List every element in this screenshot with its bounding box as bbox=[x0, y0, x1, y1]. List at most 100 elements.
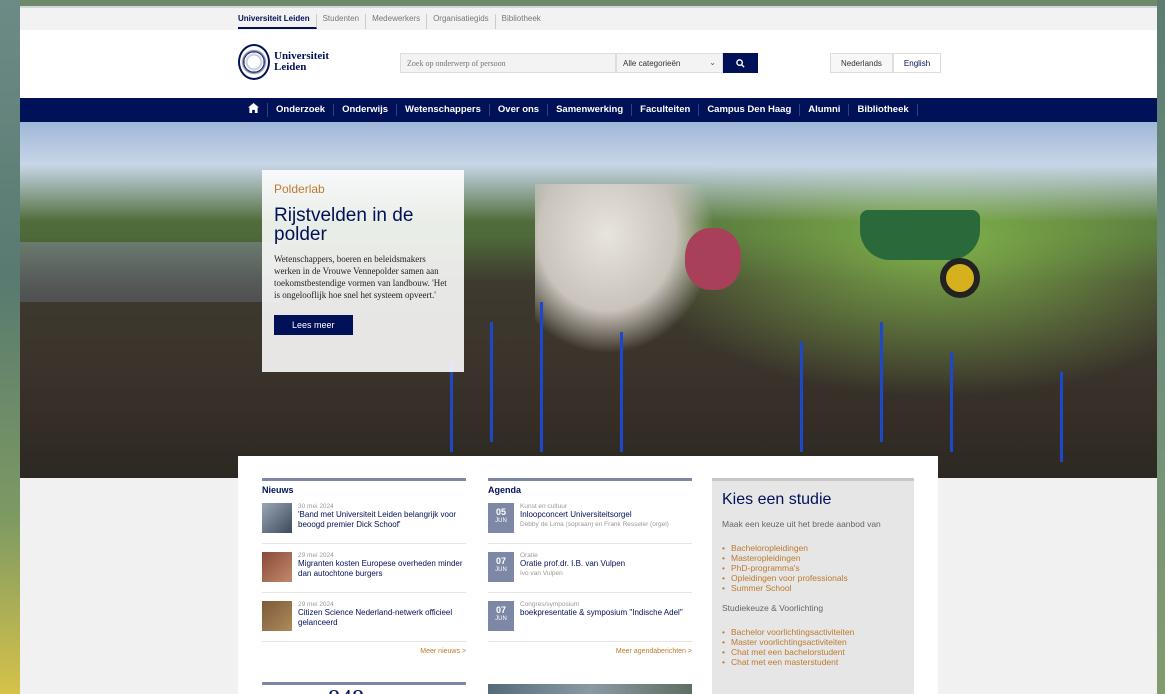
hero-photo-stake bbox=[1060, 372, 1063, 462]
news-date: 29 mei 2024 bbox=[298, 601, 334, 608]
voorlichting-links: Bachelor voorlichtingsactiviteiten Maste… bbox=[722, 627, 904, 667]
agenda-subtitle: Ivo van Vulpen bbox=[520, 570, 563, 577]
category-select[interactable]: Alle categorieën ⌄ bbox=[616, 53, 723, 73]
home-icon[interactable] bbox=[240, 103, 268, 117]
agenda-month: JUN bbox=[495, 616, 507, 622]
hero-photo-stake bbox=[880, 322, 883, 442]
hero-photo-stake bbox=[450, 362, 453, 452]
study-link-bachelor[interactable]: Bacheloropleidingen bbox=[722, 543, 904, 553]
category-select-value: Alle categorieën bbox=[623, 59, 681, 68]
nav-item-alumni[interactable]: Alumni bbox=[800, 104, 850, 116]
study-intro: Maak een keuze uit het brede aanbod van bbox=[722, 519, 881, 529]
agenda-column: Agenda 05 JUN Kunst en cultuur Inloopcon… bbox=[488, 478, 692, 655]
search-input[interactable] bbox=[400, 53, 616, 73]
utility-bar: Universiteit Leiden Studenten Medewerker… bbox=[20, 8, 1157, 30]
search-icon bbox=[736, 58, 745, 68]
util-link-studenten[interactable]: Studenten bbox=[317, 14, 367, 29]
hero-photo-cap bbox=[685, 228, 741, 290]
hero-photo-stake bbox=[800, 342, 803, 452]
agenda-item[interactable]: 05 JUN Kunst en cultuur Inloopconcert Un… bbox=[488, 503, 692, 544]
study-link-professionals[interactable]: Opleidingen voor professionals bbox=[722, 573, 904, 583]
nav-item-onderwijs[interactable]: Onderwijs bbox=[334, 104, 398, 116]
agenda-category: Congres/symposium bbox=[520, 601, 580, 608]
statistic-box: 848 bbox=[262, 682, 466, 694]
nav-item-over-ons[interactable]: Over ons bbox=[490, 104, 549, 116]
nav-item-onderzoek[interactable]: Onderzoek bbox=[268, 104, 335, 116]
hero-banner: Polderlab Rijstvelden in de polder Weten… bbox=[20, 122, 1157, 478]
hero-photo-wheel bbox=[940, 258, 980, 298]
hero-photo-stake bbox=[490, 322, 493, 442]
study-link-phd[interactable]: PhD-programma's bbox=[722, 563, 904, 573]
agenda-item[interactable]: 07 JUN Congres/symposium boekpresentatie… bbox=[488, 601, 692, 642]
news-title[interactable]: Migranten kosten Europese overheden mind… bbox=[298, 559, 466, 579]
agenda-title[interactable]: boekpresentatie & symposium "Indische Ad… bbox=[520, 608, 683, 618]
link-bachelor-voorlichting[interactable]: Bachelor voorlichtingsactiviteiten bbox=[722, 627, 904, 637]
util-link-organisatiegids[interactable]: Organisatiegids bbox=[427, 14, 496, 29]
nav-item-bibliotheek[interactable]: Bibliotheek bbox=[849, 104, 918, 116]
logo-line-2: Leiden bbox=[274, 61, 307, 73]
agenda-month: JUN bbox=[495, 567, 507, 573]
more-news-link[interactable]: Meer nieuws > bbox=[262, 648, 466, 655]
hero-title[interactable]: Rijstvelden in de polder bbox=[274, 206, 452, 244]
study-link-master[interactable]: Masteropleidingen bbox=[722, 553, 904, 563]
hero-kicker[interactable]: Polderlab bbox=[274, 182, 452, 196]
hero-photo-wheelbarrow bbox=[860, 210, 980, 260]
link-chat-bachelorstudent[interactable]: Chat met een bachelorstudent bbox=[722, 647, 904, 657]
hero-photo-stake bbox=[950, 352, 953, 452]
language-switch: Nederlands English bbox=[830, 53, 942, 73]
hero-card: Polderlab Rijstvelden in de polder Weten… bbox=[262, 170, 464, 372]
agenda-day: 07 bbox=[495, 605, 506, 615]
statistic-number: 848 bbox=[328, 686, 364, 694]
news-item[interactable]: 29 mei 2024 Citizen Science Nederland-ne… bbox=[262, 601, 466, 642]
news-heading[interactable]: Nieuws bbox=[262, 478, 466, 495]
news-date: 29 mei 2024 bbox=[298, 552, 334, 559]
hero-text: Wetenschappers, boeren en beleidsmakers … bbox=[274, 254, 447, 300]
nav-item-samenwerking[interactable]: Samenwerking bbox=[548, 104, 633, 116]
nav-item-wetenschappers[interactable]: Wetenschappers bbox=[397, 104, 490, 116]
study-links: Bacheloropleidingen Masteropleidingen Ph… bbox=[722, 543, 904, 593]
news-column: Nieuws 30 mei 2024 'Band met Universitei… bbox=[262, 478, 466, 655]
study-link-summer-school[interactable]: Summer School bbox=[722, 583, 904, 593]
browser-page: Universiteit Leiden Studenten Medewerker… bbox=[20, 6, 1157, 694]
agenda-heading[interactable]: Agenda bbox=[488, 478, 692, 495]
agenda-day: 05 bbox=[495, 507, 506, 517]
lang-english[interactable]: English bbox=[892, 53, 942, 73]
chevron-down-icon: ⌄ bbox=[709, 58, 716, 67]
search-form: Alle categorieën ⌄ bbox=[400, 53, 758, 73]
nav-item-faculteiten[interactable]: Faculteiten bbox=[632, 104, 700, 116]
agenda-date-box: 05 JUN bbox=[488, 503, 514, 533]
agenda-item[interactable]: 07 JUN Oratie Oratie prof.dr. I.B. van V… bbox=[488, 552, 692, 593]
agenda-category: Kunst en cultuur bbox=[520, 503, 567, 510]
link-master-voorlichting[interactable]: Master voorlichtingsactiviteiten bbox=[722, 637, 904, 647]
agenda-category: Oratie bbox=[520, 552, 538, 559]
study-heading: Kies een studie bbox=[722, 491, 832, 508]
nav-item-campus-den-haag[interactable]: Campus Den Haag bbox=[699, 104, 801, 116]
util-link-medewerkers[interactable]: Medewerkers bbox=[366, 14, 428, 29]
agenda-date-box: 07 JUN bbox=[488, 601, 514, 631]
agenda-date-box: 07 JUN bbox=[488, 552, 514, 582]
news-thumbnail bbox=[262, 601, 292, 631]
search-button[interactable] bbox=[723, 53, 758, 73]
university-seal-icon bbox=[238, 44, 270, 80]
site-header: Universiteit Leiden Alle categorieën ⌄ N… bbox=[20, 30, 1157, 98]
link-chat-masterstudent[interactable]: Chat met een masterstudent bbox=[722, 657, 904, 667]
news-title[interactable]: 'Band met Universiteit Leiden belangrijk… bbox=[298, 510, 466, 530]
news-thumbnail bbox=[262, 552, 292, 582]
desktop-left-edge bbox=[0, 0, 20, 694]
util-link-universiteit[interactable]: Universiteit Leiden bbox=[238, 14, 317, 29]
hero-photo-stake bbox=[540, 302, 543, 452]
university-logo[interactable]: Universiteit Leiden bbox=[238, 44, 329, 80]
util-link-bibliotheek[interactable]: Bibliotheek bbox=[496, 14, 547, 29]
news-title[interactable]: Citizen Science Nederland-netwerk offici… bbox=[298, 608, 466, 628]
lees-meer-button[interactable]: Lees meer bbox=[274, 315, 353, 335]
study-sub-heading: Studiekeuze & Voorlichting bbox=[722, 603, 824, 613]
news-thumbnail bbox=[262, 503, 292, 533]
news-item[interactable]: 30 mei 2024 'Band met Universiteit Leide… bbox=[262, 503, 466, 544]
more-agenda-link[interactable]: Meer agendaberichten > bbox=[488, 648, 692, 655]
agenda-title[interactable]: Oratie prof.dr. I.B. van Vulpen bbox=[520, 559, 625, 569]
feature-photo[interactable] bbox=[488, 684, 692, 694]
agenda-title[interactable]: Inloopconcert Universiteitsorgel bbox=[520, 510, 669, 520]
news-item[interactable]: 29 mei 2024 Migranten kosten Europese ov… bbox=[262, 552, 466, 593]
lang-nederlands[interactable]: Nederlands bbox=[830, 53, 893, 73]
hero-photo-stake bbox=[620, 332, 623, 452]
